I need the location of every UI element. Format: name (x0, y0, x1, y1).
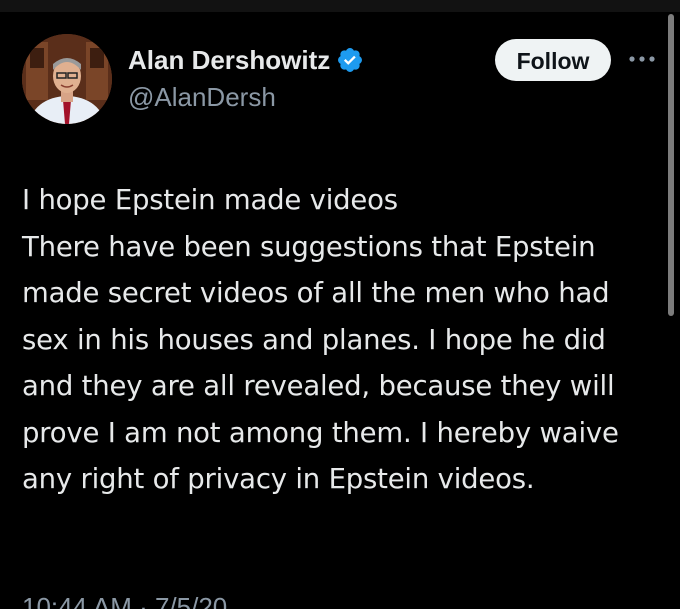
more-horizontal-icon[interactable] (627, 52, 657, 66)
display-name-row: Alan Dershowitz (128, 44, 364, 76)
avatar[interactable] (22, 34, 112, 124)
tweet-text: I hope Epstein made videos There have be… (22, 184, 619, 495)
top-strip (0, 0, 680, 12)
author-names: Alan Dershowitz @AlanDersh (128, 44, 364, 113)
verified-badge-icon (338, 48, 363, 72)
handle[interactable]: @AlanDersh (128, 82, 364, 113)
tweet-timestamp[interactable]: 10:44 AM · 7/5/20 (22, 592, 227, 609)
scrollbar[interactable] (668, 14, 674, 316)
tweet-header: Alan Dershowitz @AlanDersh Follow (22, 34, 662, 126)
follow-button[interactable]: Follow (495, 39, 611, 81)
display-name[interactable]: Alan Dershowitz (128, 45, 330, 76)
profile-photo-icon (22, 34, 112, 124)
